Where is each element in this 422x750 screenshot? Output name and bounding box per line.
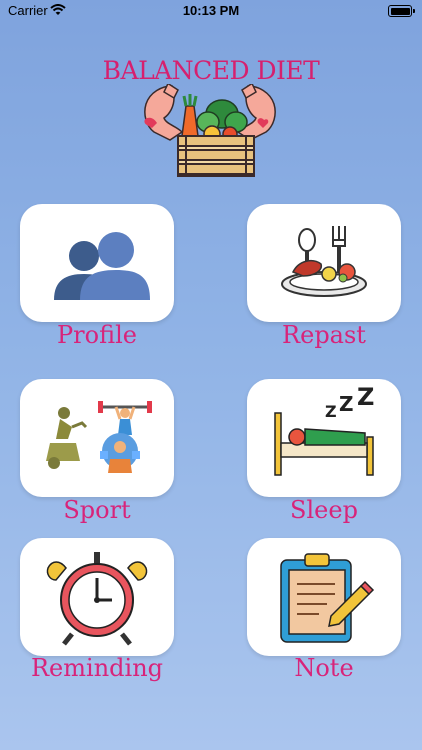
- repast-label[interactable]: Repast: [224, 321, 422, 349]
- reminding-tile[interactable]: [20, 538, 174, 656]
- sport-tile[interactable]: [20, 379, 174, 497]
- profile-label[interactable]: Profile: [0, 321, 197, 349]
- status-time: 10:13 PM: [182, 3, 240, 18]
- meal-icon: [281, 226, 367, 297]
- sport-icon: [46, 401, 152, 473]
- sleep-tile[interactable]: Z Z Z: [247, 379, 401, 497]
- vegetable-crate-logo: [144, 84, 276, 177]
- svg-text:Z: Z: [357, 383, 374, 411]
- status-bar: Carrier 10:13 PM: [0, 0, 422, 22]
- reminding-label[interactable]: Reminding: [0, 654, 197, 682]
- battery-icon: [388, 5, 415, 17]
- clipboard-icon: [280, 553, 375, 643]
- note-tile[interactable]: [247, 538, 401, 656]
- svg-text:Z: Z: [339, 392, 354, 416]
- note-label[interactable]: Note: [224, 654, 422, 682]
- profile-tile[interactable]: [20, 204, 174, 322]
- sleep-icon: Z Z Z: [274, 383, 374, 476]
- repast-tile[interactable]: [247, 204, 401, 322]
- sleep-label[interactable]: Sleep: [224, 496, 422, 524]
- alarm-clock-icon: [46, 552, 148, 646]
- profile-icon: [54, 232, 150, 300]
- app-title: BALANCED DIET: [102, 56, 320, 85]
- sport-label[interactable]: Sport: [0, 496, 197, 524]
- svg-text:Z: Z: [325, 402, 337, 421]
